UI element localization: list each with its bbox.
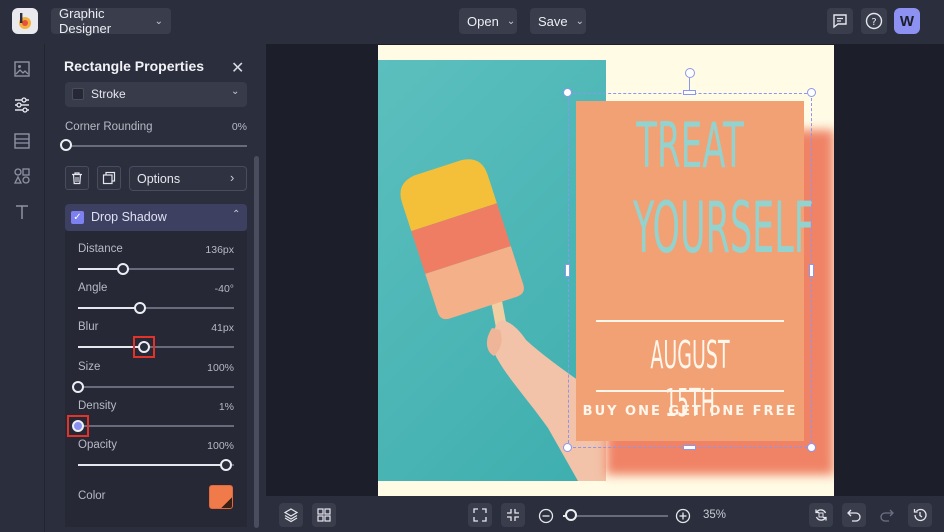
- zoom-value: 35%: [703, 509, 727, 521]
- drop-shadow-checkbox[interactable]: ✓: [71, 211, 84, 224]
- chevron-down-icon: ⌄: [506, 15, 516, 27]
- zoom-track[interactable]: [563, 515, 668, 517]
- opacity-label: Opacity: [78, 439, 117, 451]
- density-label: Density: [78, 399, 117, 412]
- undo-icon: [847, 509, 861, 522]
- distance-value: 136px: [205, 244, 234, 256]
- adjustments-icon[interactable]: [12, 95, 32, 115]
- trash-icon: [72, 172, 82, 185]
- density-track[interactable]: [78, 424, 234, 427]
- save-dropdown[interactable]: Save ⌄: [530, 8, 586, 34]
- shrink-button[interactable]: [501, 503, 525, 527]
- help-button[interactable]: ?: [861, 8, 887, 34]
- comments-button[interactable]: [827, 8, 853, 34]
- panel-title: Rectangle Properties: [64, 58, 205, 74]
- comment-icon: [833, 14, 847, 29]
- options-label: Options: [137, 172, 181, 186]
- size-value: 100%: [207, 361, 234, 374]
- properties-panel: Rectangle Properties ✕ Stroke ⌄ Corner R…: [44, 44, 266, 532]
- options-button[interactable]: Options ›: [129, 166, 247, 191]
- resize-handle-top-left[interactable]: [563, 88, 572, 97]
- size-track[interactable]: [78, 385, 234, 388]
- resize-handle-right[interactable]: [809, 264, 814, 277]
- stroke-label: Stroke: [91, 87, 126, 101]
- stroke-checkbox[interactable]: [72, 88, 84, 100]
- size-slider[interactable]: [72, 380, 84, 393]
- fit-screen-button[interactable]: [468, 503, 492, 527]
- color-label: Color: [78, 490, 106, 502]
- chevron-down-icon: ⌄: [575, 15, 585, 27]
- resize-handle-bottom-right[interactable]: [807, 443, 816, 452]
- stroke-row[interactable]: Stroke ⌄: [65, 82, 247, 107]
- angle-fill: [78, 307, 141, 310]
- top-bar: Graphic Designer ⌄ Open ⌄ Save ⌄ ? W: [0, 0, 944, 44]
- zoom-out-icon[interactable]: [538, 508, 554, 524]
- grid-button[interactable]: [312, 503, 336, 527]
- chevron-up-icon: ⌃: [232, 209, 241, 220]
- corner-rounding-track[interactable]: [66, 145, 247, 147]
- reset-button[interactable]: [809, 503, 833, 527]
- size-label: Size: [78, 360, 101, 373]
- image-icon[interactable]: [12, 59, 32, 79]
- redo-button[interactable]: [875, 503, 899, 527]
- rotate-handle[interactable]: [685, 68, 695, 78]
- blur-highlight: [132, 336, 155, 359]
- resize-handle-top[interactable]: [683, 90, 696, 95]
- text-icon[interactable]: [12, 202, 32, 222]
- grid-icon: [317, 508, 331, 522]
- blur-label: Blur: [78, 321, 99, 334]
- layers-icon: [283, 508, 299, 523]
- help-icon: ?: [865, 12, 883, 30]
- blur-value: 41px: [211, 322, 234, 335]
- opacity-fill: [78, 464, 227, 466]
- shapes-icon[interactable]: [12, 166, 32, 186]
- resize-handle-top-right[interactable]: [807, 88, 816, 97]
- close-icon[interactable]: ✕: [231, 58, 244, 78]
- opacity-value: 100%: [207, 440, 234, 452]
- panel-scrollbar[interactable]: [254, 156, 259, 528]
- drop-shadow-row[interactable]: ✓ Drop Shadow ⌃: [65, 204, 247, 231]
- svg-text:?: ?: [871, 17, 876, 28]
- shadow-color-swatch[interactable]: [209, 485, 233, 509]
- redo-icon: [880, 509, 894, 522]
- resize-handle-left[interactable]: [565, 264, 570, 277]
- corner-rounding-slider[interactable]: [60, 139, 72, 151]
- density-value: 1%: [218, 400, 234, 413]
- resize-handle-bottom-left[interactable]: [563, 443, 572, 452]
- refresh-icon: [815, 509, 827, 521]
- history-icon: [913, 508, 927, 522]
- layout-icon[interactable]: [12, 131, 32, 151]
- density-highlight: [67, 414, 89, 437]
- corner-rounding-value: 0%: [231, 121, 247, 133]
- corner-rounding-label: Corner Rounding: [65, 121, 153, 133]
- duplicate-button[interactable]: [97, 166, 121, 190]
- zoom-in-icon[interactable]: [675, 508, 691, 524]
- avatar[interactable]: W: [894, 8, 920, 34]
- collapse-icon: [507, 509, 519, 521]
- resize-handle-bottom[interactable]: [683, 445, 696, 450]
- open-label: Open: [467, 13, 499, 29]
- angle-label: Angle: [78, 282, 108, 295]
- drop-shadow-label: Drop Shadow: [91, 210, 167, 224]
- undo-button[interactable]: [842, 503, 866, 527]
- layers-button[interactable]: [279, 503, 303, 527]
- app-logo-icon[interactable]: [12, 8, 38, 34]
- tool-rail: [0, 44, 44, 532]
- save-label: Save: [538, 13, 568, 29]
- selection-box: [568, 93, 812, 448]
- angle-value: -40°: [214, 283, 234, 296]
- distance-label: Distance: [78, 243, 123, 255]
- chevron-right-icon: ›: [230, 170, 235, 185]
- workspace-label: Graphic Designer: [59, 6, 112, 36]
- chevron-down-icon: ⌄: [231, 86, 240, 97]
- delete-button[interactable]: [65, 166, 89, 190]
- duplicate-icon: [102, 171, 116, 185]
- workspace-dropdown[interactable]: Graphic Designer ⌄: [51, 6, 171, 36]
- history-button[interactable]: [908, 503, 932, 527]
- drop-shadow-settings: [65, 231, 247, 527]
- chevron-down-icon: ⌄: [154, 15, 163, 27]
- expand-icon: [473, 508, 487, 522]
- open-dropdown[interactable]: Open ⌄: [459, 8, 517, 34]
